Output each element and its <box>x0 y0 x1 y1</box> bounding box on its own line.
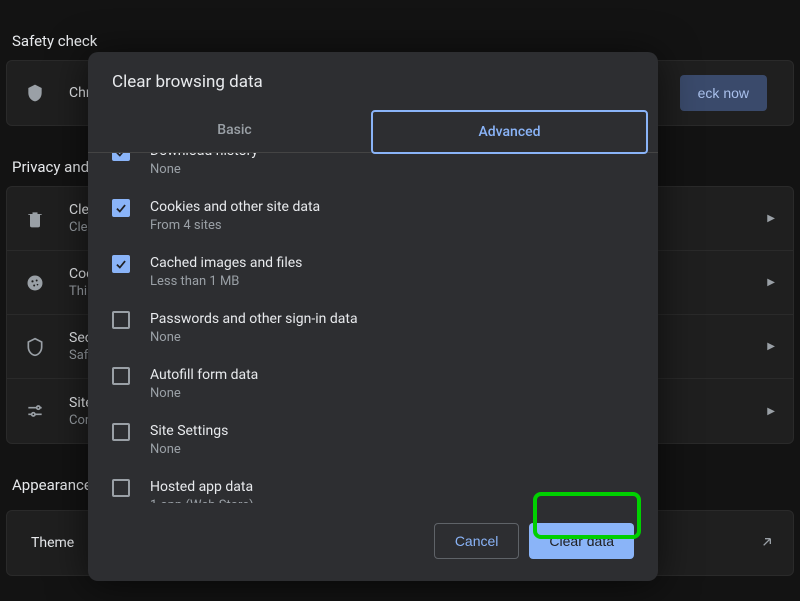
chevron-right-icon: ▶ <box>767 213 775 224</box>
dialog-body: Download history None Cookies and other … <box>88 153 658 503</box>
cancel-button[interactable]: Cancel <box>434 523 520 559</box>
dialog-title: Clear browsing data <box>88 52 658 110</box>
option-cached: Cached images and files Less than 1 MB <box>112 243 634 299</box>
checkbox-cached[interactable] <box>112 255 130 273</box>
option-autofill: Autofill form data None <box>112 355 634 411</box>
chevron-right-icon: ▶ <box>767 341 775 352</box>
option-desc: From 4 sites <box>150 218 634 233</box>
option-title: Download history <box>150 153 634 161</box>
checkbox-download-history[interactable] <box>112 153 130 161</box>
checkbox-passwords[interactable] <box>112 311 130 329</box>
option-title: Passwords and other sign-in data <box>150 309 634 329</box>
checkbox-site-settings[interactable] <box>112 423 130 441</box>
option-title: Autofill form data <box>150 365 634 385</box>
chevron-right-icon: ▶ <box>767 277 775 288</box>
safety-check-heading: Safety check <box>0 0 800 60</box>
shield-icon <box>25 83 69 103</box>
open-external-icon <box>759 534 775 553</box>
option-title: Cookies and other site data <box>150 197 634 217</box>
chevron-right-icon: ▶ <box>767 406 775 417</box>
option-cookies: Cookies and other site data From 4 sites <box>112 187 634 243</box>
option-title: Hosted app data <box>150 477 634 497</box>
trash-icon <box>25 209 69 229</box>
checkbox-autofill[interactable] <box>112 367 130 385</box>
option-desc: None <box>150 386 634 401</box>
security-icon <box>25 337 69 357</box>
clear-browsing-data-dialog: Clear browsing data Basic Advanced Downl… <box>88 52 658 581</box>
option-desc: None <box>150 162 634 177</box>
option-desc: None <box>150 442 634 457</box>
option-desc: None <box>150 330 634 345</box>
dialog-footer: Cancel Clear data <box>88 503 658 581</box>
option-title: Site Settings <box>150 421 634 441</box>
checkbox-cookies[interactable] <box>112 199 130 217</box>
option-title: Cached images and files <box>150 253 634 273</box>
tab-advanced[interactable]: Advanced <box>371 110 648 154</box>
cookie-icon <box>25 273 69 293</box>
option-desc: Less than 1 MB <box>150 274 634 289</box>
dialog-tabs: Basic Advanced <box>88 110 658 153</box>
option-site-settings: Site Settings None <box>112 411 634 467</box>
check-now-button[interactable]: eck now <box>680 75 767 111</box>
clear-data-button[interactable]: Clear data <box>529 523 634 559</box>
tab-basic[interactable]: Basic <box>98 110 371 153</box>
checkbox-hosted-app[interactable] <box>112 479 130 497</box>
option-desc: 1 app (Web Store) <box>150 498 634 503</box>
option-download-history: Download history None <box>112 153 634 187</box>
option-passwords: Passwords and other sign-in data None <box>112 299 634 355</box>
option-hosted-app: Hosted app data 1 app (Web Store) <box>112 467 634 503</box>
sliders-icon <box>25 401 69 421</box>
